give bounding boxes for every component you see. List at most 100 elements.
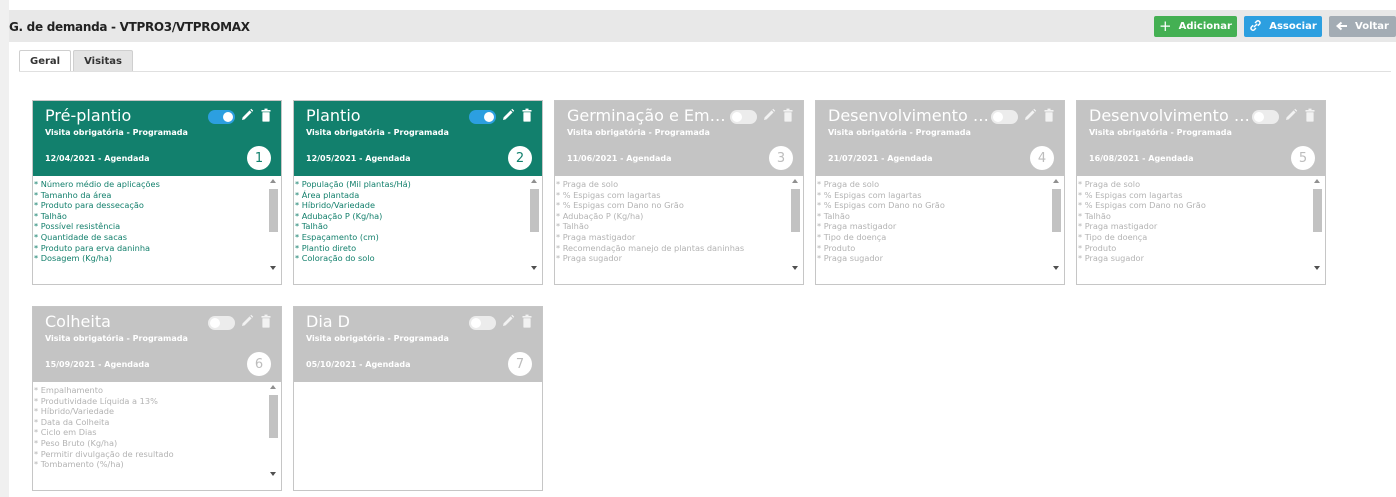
scroll-down-icon[interactable] [792, 266, 798, 270]
scroll-thumb[interactable] [269, 395, 278, 438]
trash-icon[interactable] [782, 107, 794, 123]
card-field-list: * Praga de solo * % Espigas com lagartas *… [816, 179, 1048, 284]
list-item: * Tipo de doença [817, 231, 887, 242]
card-date-status: 11/06/2021 - Agendada [567, 154, 672, 163]
back-button[interactable]: Voltar [1329, 16, 1396, 37]
card-body [294, 382, 542, 490]
pencil-icon[interactable] [501, 313, 515, 329]
trash-icon[interactable] [1304, 107, 1316, 123]
list-item: * % Espigas com Dano no Grão [556, 200, 684, 211]
scroll-up-icon[interactable] [792, 179, 798, 183]
card-header: Plantio Visita obrigatória - Programada 12… [294, 101, 542, 176]
card-scrollbar[interactable] [268, 384, 279, 476]
card-header: Desenvolvimento V... Visita obrigatória -… [816, 101, 1064, 176]
add-button[interactable]: + Adicionar [1154, 16, 1237, 37]
scroll-down-icon[interactable] [531, 266, 537, 270]
scroll-up-icon[interactable] [1053, 179, 1059, 183]
arrow-left-icon [1335, 19, 1348, 34]
scroll-down-icon[interactable] [270, 472, 276, 476]
list-item: * Talhão [556, 221, 589, 232]
scroll-down-icon[interactable] [270, 266, 276, 270]
toggle-knob [223, 112, 233, 122]
pencil-icon[interactable] [1284, 107, 1298, 123]
list-item: * Quantidade de sacas [34, 231, 127, 242]
pencil-icon[interactable] [240, 107, 254, 123]
card-header: Germinação e Eme... Visita obrigatória - … [555, 101, 803, 176]
list-item: * Peso Bruto (Kg/ha) [34, 437, 118, 448]
list-item: * Praga mastigador [1078, 221, 1158, 232]
scroll-thumb[interactable] [1313, 189, 1322, 232]
card-field-list: * Praga de solo * % Espigas com lagartas *… [1077, 179, 1309, 284]
card-scrollbar[interactable] [529, 178, 540, 270]
trash-icon[interactable] [260, 313, 272, 329]
scroll-up-icon[interactable] [270, 179, 276, 183]
card-toggle[interactable] [991, 110, 1018, 124]
pencil-icon[interactable] [1023, 107, 1037, 123]
pencil-icon[interactable] [501, 107, 515, 123]
card-scrollbar[interactable] [790, 178, 801, 270]
card-title: Germinação e Eme... [567, 106, 732, 125]
trash-icon[interactable] [1043, 107, 1055, 123]
card-number-badge: 3 [769, 146, 793, 170]
associate-button[interactable]: Associar [1244, 16, 1322, 37]
scroll-up-icon[interactable] [270, 385, 276, 389]
scroll-thumb[interactable] [791, 189, 800, 232]
list-item: * % Espigas com lagartas [1078, 189, 1183, 200]
card-header: Desenvolvimento R... Visita obrigatória -… [1077, 101, 1325, 176]
trash-icon[interactable] [260, 107, 272, 123]
scroll-up-icon[interactable] [1314, 179, 1320, 183]
list-item: * Praga sugador [1078, 253, 1144, 264]
card-body: * Praga de solo * % Espigas com lagartas *… [555, 176, 803, 284]
scroll-up-icon[interactable] [531, 179, 537, 183]
card-header: Pré-plantio Visita obrigatória - Programa… [33, 101, 281, 176]
list-item: * Número médio de aplicações [34, 179, 160, 189]
list-item: * Híbrido/Variedade [295, 200, 376, 211]
link-icon [1249, 19, 1262, 35]
tab-geral[interactable]: Geral [19, 50, 72, 72]
card-number-badge: 5 [1291, 146, 1315, 170]
tab-visitas[interactable]: Visitas [73, 50, 133, 72]
card-toggle[interactable] [208, 110, 235, 124]
list-item: * Praga mastigador [817, 221, 897, 232]
pencil-icon[interactable] [762, 107, 776, 123]
card-toggle[interactable] [1252, 110, 1279, 124]
card-date-status: 12/05/2021 - Agendada [306, 154, 411, 163]
scroll-thumb[interactable] [1052, 189, 1061, 232]
card-field-list: * Praga de solo * % Espigas com lagartas *… [555, 179, 787, 284]
card-title: Plantio [306, 106, 361, 125]
card-scrollbar[interactable] [1312, 178, 1323, 270]
card-title: Pré-plantio [45, 106, 132, 125]
list-item: * Ciclo em Dias [34, 427, 97, 438]
pencil-icon[interactable] [240, 313, 254, 329]
trash-icon[interactable] [521, 313, 533, 329]
card-number-badge: 6 [247, 352, 271, 376]
list-item: * Talhão [295, 221, 328, 232]
list-item: * Produto [1078, 242, 1117, 253]
list-item: * Praga de solo [1078, 179, 1141, 189]
trash-icon[interactable] [521, 107, 533, 123]
scroll-thumb[interactable] [530, 189, 539, 232]
card-scrollbar[interactable] [1051, 178, 1062, 270]
list-item: * Produto para erva daninha [34, 242, 151, 253]
list-item: * Empalhamento [34, 385, 103, 395]
card-subtitle: Visita obrigatória - Programada [306, 334, 449, 343]
list-item: * Plantio direto [295, 242, 357, 253]
card-date-status: 12/04/2021 - Agendada [45, 154, 150, 163]
list-item: * Coloração do solo [295, 253, 375, 264]
visit-card: Pré-plantio Visita obrigatória - Programa… [32, 100, 282, 285]
list-item: * Permitir divulgação de resultado [34, 448, 174, 459]
toggle-knob [471, 318, 481, 328]
card-toggle[interactable] [469, 110, 496, 124]
scroll-down-icon[interactable] [1053, 266, 1059, 270]
card-toggle[interactable] [730, 110, 757, 124]
card-subtitle: Visita obrigatória - Programada [306, 128, 449, 137]
card-title: Colheita [45, 312, 111, 331]
card-date-status: 21/07/2021 - Agendada [828, 154, 933, 163]
card-toggle[interactable] [208, 316, 235, 330]
scroll-down-icon[interactable] [1314, 266, 1320, 270]
card-body: * Praga de solo * % Espigas com lagartas *… [816, 176, 1064, 284]
card-toggle[interactable] [469, 316, 496, 330]
list-item: * Praga de solo [817, 179, 880, 189]
card-scrollbar[interactable] [268, 178, 279, 270]
scroll-thumb[interactable] [269, 189, 278, 232]
